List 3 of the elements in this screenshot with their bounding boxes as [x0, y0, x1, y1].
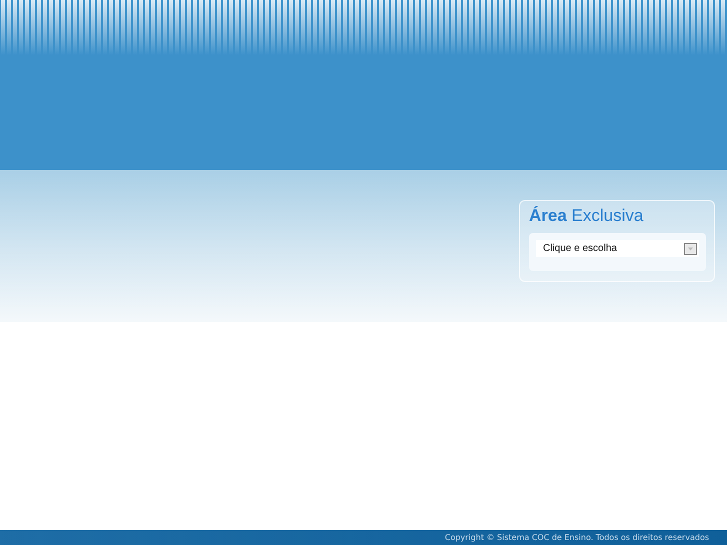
area-dropdown[interactable]: Clique e escolha	[536, 240, 699, 257]
panel-title: Área Exclusiva	[529, 206, 644, 226]
copyright-text: Copyright © Sistema COC de Ensino. Todos os direitos reservados	[444, 533, 709, 542]
